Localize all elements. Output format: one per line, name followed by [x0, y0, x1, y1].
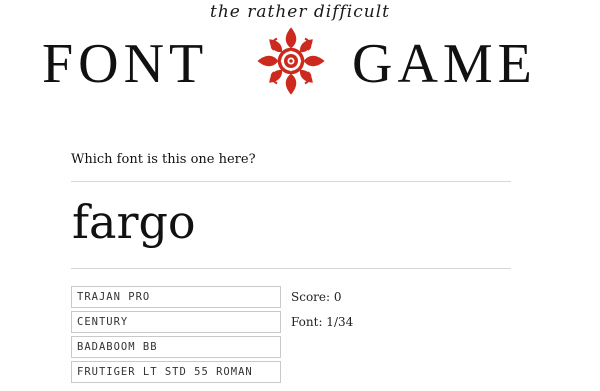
progress-display: Font: 1/34: [291, 315, 354, 329]
font-sample-word: fargo: [72, 195, 196, 249]
divider: [71, 268, 511, 269]
ornamental-rosette-icon: [257, 27, 325, 95]
question-prompt: Which font is this one here?: [71, 152, 256, 167]
tagline: the rather difficult: [210, 2, 390, 22]
answer-option-badaboom-bb[interactable]: BADABOOM BB: [71, 336, 281, 358]
game-stats: Score: 0 Font: 1/34: [291, 288, 353, 338]
answer-option-century[interactable]: CENTURY: [71, 311, 281, 333]
answer-options: TRAJAN PRO CENTURY BADABOOM BB FRUTIGER …: [71, 286, 283, 386]
answer-option-trajan-pro[interactable]: TRAJAN PRO: [71, 286, 281, 308]
logo-word-left: FONT: [42, 33, 209, 95]
logo-word-right: GAME: [352, 33, 537, 95]
divider: [71, 181, 511, 182]
answer-option-frutiger[interactable]: FRUTIGER LT STD 55 ROMAN: [71, 361, 281, 383]
site-header: the rather difficult FONT GAME: [0, 0, 600, 110]
score-display: Score: 0: [291, 290, 342, 304]
